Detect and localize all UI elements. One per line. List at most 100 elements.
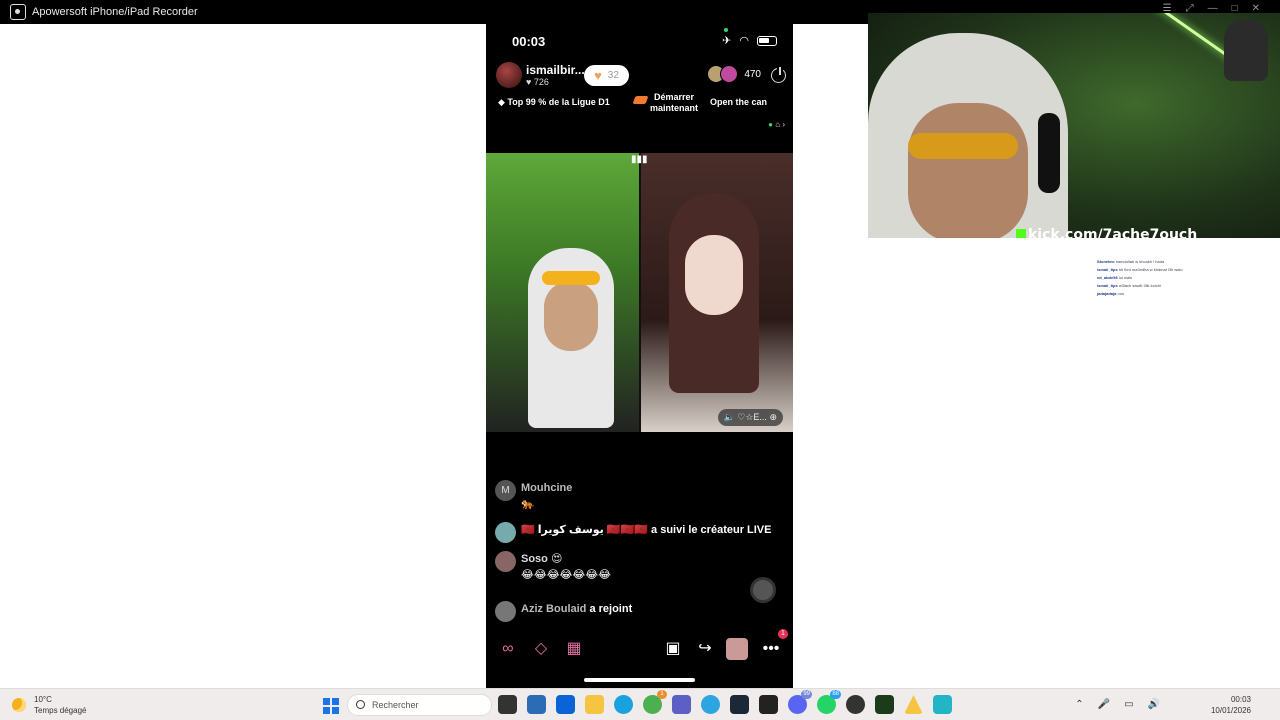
notification-badge: 1 [778, 629, 788, 639]
video-icon[interactable]: ▣ [662, 638, 684, 660]
outlook-icon[interactable] [556, 695, 575, 714]
stream-url: kick.com/7ache7ouch [1016, 227, 1197, 238]
capcut-icon[interactable] [759, 695, 778, 714]
chat-text: lol walo [1118, 275, 1133, 280]
chat-line: ismail_tips w3lach sawlti 3lik kolchi [1097, 282, 1183, 290]
live-bottom-bar: ∞ ◇ ▦ ▣ ↪ ••• [486, 636, 793, 664]
chevron-up-icon[interactable]: ⌃ [1075, 699, 1083, 710]
comment-user[interactable]: Mouhcine [521, 480, 572, 496]
chat-overlay: Stonebro hamdullah w khoukh l hada ismai… [1097, 258, 1183, 298]
chat-line: ismail_tips hh lbnt ma3ndha w khdmat l3b… [1097, 266, 1183, 274]
link-icon[interactable]: ∞ [497, 638, 519, 660]
comment-user[interactable]: 🇲🇦 يوسف كويرا 🇲🇦🇲🇦🇲🇦 [521, 524, 648, 536]
edge-icon[interactable] [614, 695, 633, 714]
guest-video-right[interactable]: 🔈 ♡☆E... ⊕ [641, 153, 793, 432]
gift-avatar[interactable] [726, 638, 748, 660]
streamer-logo-icon [1224, 19, 1268, 81]
apps-icon[interactable]: ▦ [563, 638, 585, 660]
obs-icon[interactable] [846, 695, 865, 714]
face [908, 103, 1028, 238]
list-item: M Mouhcine 🐅 [495, 480, 572, 512]
chat-user: ismail_tips [1097, 267, 1118, 272]
home-icon[interactable]: ⌂ [775, 120, 780, 129]
chat-user: Stonebro [1097, 259, 1115, 264]
weather-temp: 10°C [34, 695, 52, 704]
follow-button[interactable]: ♥ 32 [584, 65, 629, 86]
comment-user[interactable]: Aziz Boulaid [521, 603, 586, 615]
follow-count: 32 [607, 70, 619, 81]
screen: Apowersoft iPhone/iPad Recorder ☰ ⤢ — □ … [0, 0, 1280, 720]
comment-avatar[interactable] [495, 551, 516, 572]
face [544, 281, 598, 351]
close-live-icon[interactable] [771, 65, 786, 83]
battery-icon [757, 35, 777, 46]
chat-line: Stonebro hamdullah w khoukh l hada [1097, 258, 1183, 266]
live-dot-icon: ● [768, 120, 774, 129]
warning-icon[interactable] [904, 695, 923, 714]
battle-icon[interactable]: ◇ [530, 638, 552, 660]
host-likes: ♥ 726 [526, 77, 549, 87]
volume-icon[interactable]: 🔊 [1148, 699, 1160, 710]
comment-text: 🐅 [521, 498, 535, 510]
open-can-button[interactable]: Open the can [710, 97, 767, 107]
comment-avatar[interactable] [495, 601, 516, 622]
teams-icon[interactable] [672, 695, 691, 714]
clock-date: 10/01/2026 [1210, 706, 1251, 715]
recorder-icon[interactable] [933, 695, 952, 714]
network-icon[interactable]: ▭ [1124, 699, 1133, 710]
chevron-right-icon[interactable]: › [782, 120, 785, 129]
multi-guest-video: 🔈 ♡☆E... ⊕ ▮▮▮ [486, 153, 793, 432]
discord-icon[interactable]: 99 [788, 690, 812, 714]
sunglasses [908, 133, 1018, 159]
share-icon[interactable]: ↪ [694, 638, 716, 660]
comment-avatar[interactable]: M [495, 480, 516, 501]
comment-avatar[interactable] [495, 522, 516, 543]
host-name: ismailbir... [526, 63, 585, 77]
viewer-avatar[interactable] [720, 65, 739, 83]
comment-text: 😂😂😂😂😂😂😂 [521, 569, 611, 581]
list-item: Aziz Boulaid a rejoint [495, 601, 632, 622]
steam-icon[interactable] [730, 695, 749, 714]
viewer-list[interactable]: 470 [707, 65, 761, 83]
more-icon[interactable]: ••• [760, 638, 782, 660]
whatsapp-icon[interactable]: 88 [817, 690, 841, 714]
taskbar: 10°C Temps dégagé Rechercher 1 99 88 ⌃ 🎤 … [0, 688, 1280, 720]
store-icon[interactable] [527, 695, 546, 714]
comment-user[interactable]: Soso 😍 [521, 551, 611, 567]
airplane-icon: ✈ [722, 35, 732, 47]
league-rank-text: Top 99 % de la Ligue D1 [507, 97, 610, 107]
guest-video-left[interactable] [486, 153, 639, 432]
league-rank[interactable]: ◆ Top 99 % de la Ligue D1 [498, 97, 610, 108]
guest-audio-tag[interactable]: 🔈 ♡☆E... ⊕ [717, 409, 783, 426]
record-button[interactable] [750, 577, 776, 603]
heart-icon: ♥ [594, 68, 602, 83]
system-tray: ⌃ 🎤 ▭ 🔊 [1075, 699, 1160, 710]
chat-text: hamdullah w khoukh l hada [1115, 259, 1165, 264]
home-indicator[interactable] [584, 678, 695, 682]
list-item: 🇲🇦 يوسف كويرا 🇲🇦🇲🇦🇲🇦 a suivi le créateur… [495, 522, 771, 543]
taskbar-clock[interactable]: 00:03 10/01/2026 [1211, 694, 1251, 716]
taskbar-search[interactable]: Rechercher [347, 694, 492, 716]
chrome-badge: 1 [657, 690, 667, 699]
kick-icon[interactable] [875, 695, 894, 714]
phone-screen: 00:03 ✈ ◠ ismailbir... ♥ 726 ♥ 32 470 ◆ … [486, 24, 793, 688]
windows-start-button[interactable] [323, 698, 339, 714]
chat-user: jadajadaja [1097, 291, 1117, 296]
headset [1038, 113, 1060, 193]
mini-controls: ● ⌂ › [768, 120, 785, 129]
host-avatar[interactable] [496, 62, 522, 88]
chrome-icon[interactable]: 1 [643, 690, 667, 714]
sunglasses [542, 271, 600, 285]
weather-widget[interactable]: 10°C Temps dégagé [12, 694, 86, 716]
wifi-icon: ◠ [739, 35, 749, 47]
add-guest-icon[interactable]: ⊕ [769, 412, 777, 422]
telegram-icon[interactable] [701, 695, 720, 714]
microphone-icon[interactable]: 🎤 [1098, 699, 1110, 710]
comment-text: a rejoint [589, 603, 633, 615]
guest-audio-label: ♡☆E... [737, 412, 767, 422]
task-view-icon[interactable] [498, 695, 517, 714]
host-profile[interactable]: ismailbir... ♥ 726 [496, 62, 585, 88]
webcam-overlay: kick.com/7ache7ouch [868, 13, 1280, 238]
start-now-button[interactable]: Démarrer maintenant [634, 92, 714, 114]
file-explorer-icon[interactable] [585, 695, 604, 714]
